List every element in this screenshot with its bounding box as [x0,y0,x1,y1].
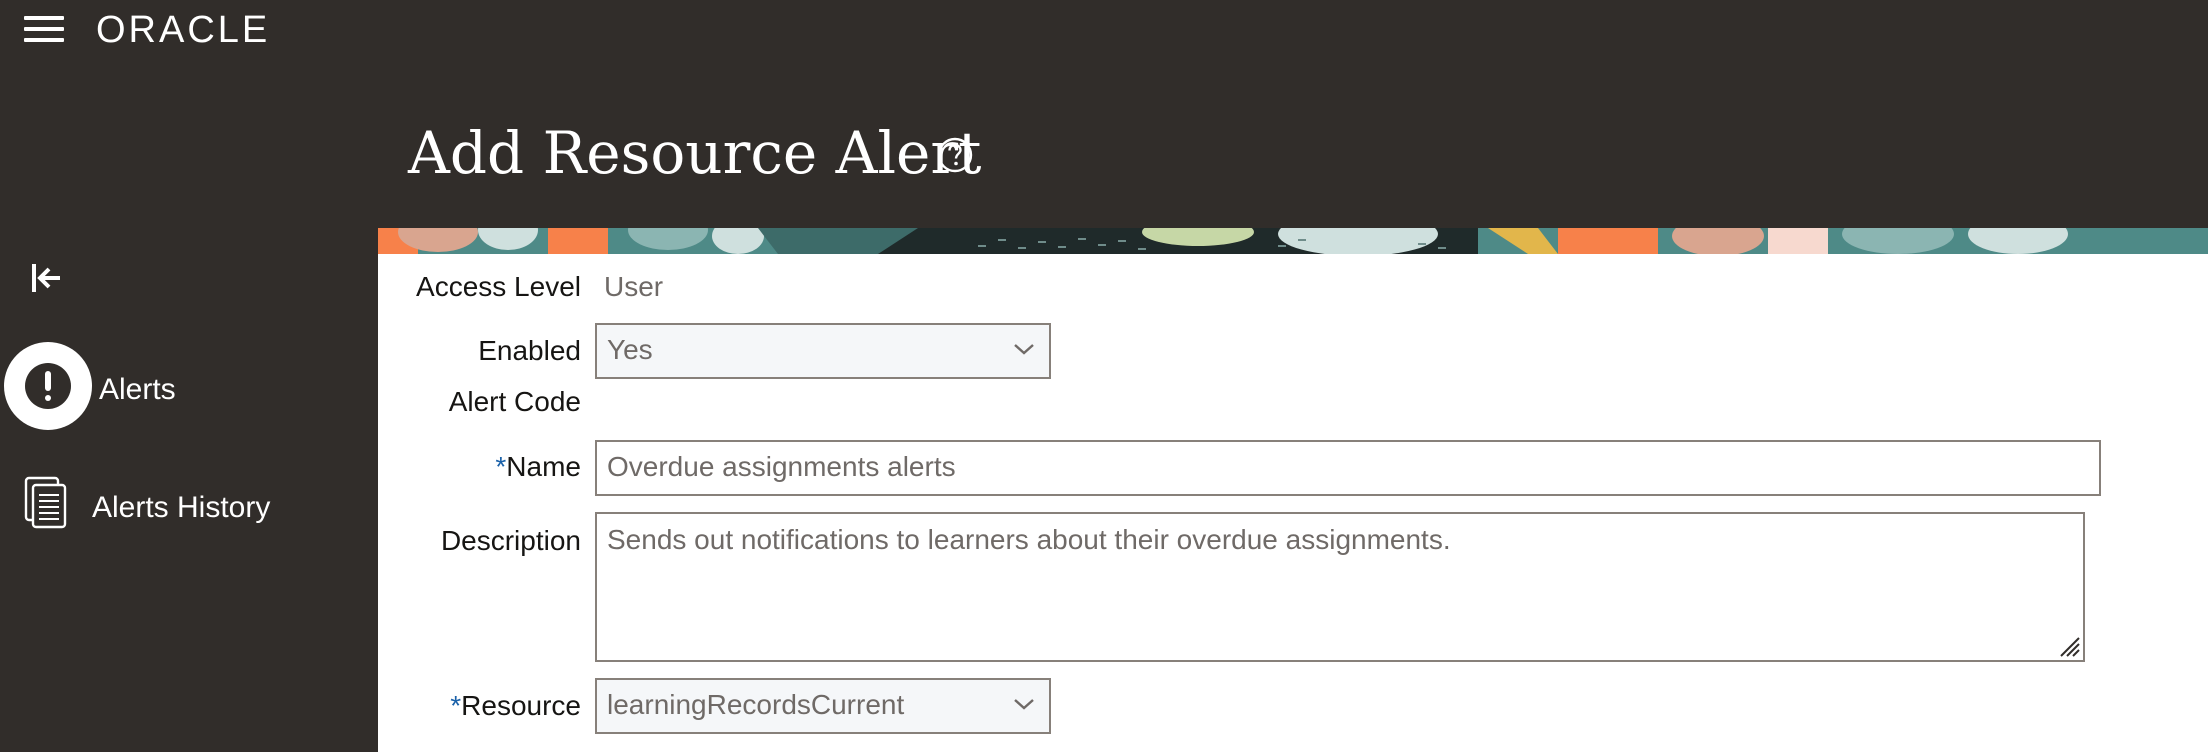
enabled-select[interactable]: Yes [595,323,1051,379]
enabled-select-value: Yes [607,334,653,365]
decorative-banner [378,228,2208,254]
name-label-text: Name [506,451,581,482]
resource-select[interactable]: learningRecordsCurrent [595,678,1051,734]
form-panel: Access Level User Enabled Yes Alert Code… [378,228,2208,752]
resize-handle-icon[interactable] [2055,632,2081,658]
name-label: *Name [378,450,581,484]
name-input[interactable]: Overdue assignments alerts [595,440,2101,496]
required-marker: * [495,451,507,482]
resource-label-text: Resource [461,690,581,721]
alert-code-label: Alert Code [448,386,581,417]
sidebar-item-label: Alerts [99,373,176,406]
alert-exclamation-icon [4,342,92,430]
description-label: Description [440,525,581,556]
chevron-down-icon [1014,344,1034,355]
chevron-down-icon [1014,699,1034,710]
enabled-label: Enabled [478,335,581,366]
collapse-left-icon[interactable] [26,258,66,298]
hamburger-menu-icon[interactable] [24,12,66,46]
sidebar-item-alerts-history[interactable]: Alerts History [0,470,360,550]
resource-select-value: learningRecordsCurrent [607,689,905,720]
access-level-label: Access Level [416,271,581,302]
description-text: Sends out notifications to learners abou… [607,524,1451,555]
required-marker: * [450,690,462,721]
oracle-logo: ORACLE [96,9,271,51]
sidebar-item-label: Alerts History [92,491,271,524]
description-textarea[interactable]: Sends out notifications to learners abou… [595,512,2085,662]
top-bar: ORACLE [0,0,2208,60]
document-list-icon [24,476,68,535]
access-level-value: User [604,271,664,302]
resource-label: *Resource [378,689,581,723]
sidebar-item-alerts[interactable]: Alerts [0,342,360,430]
page-title: Add Resource Alert [408,119,982,187]
help-question-icon[interactable] [936,136,974,174]
